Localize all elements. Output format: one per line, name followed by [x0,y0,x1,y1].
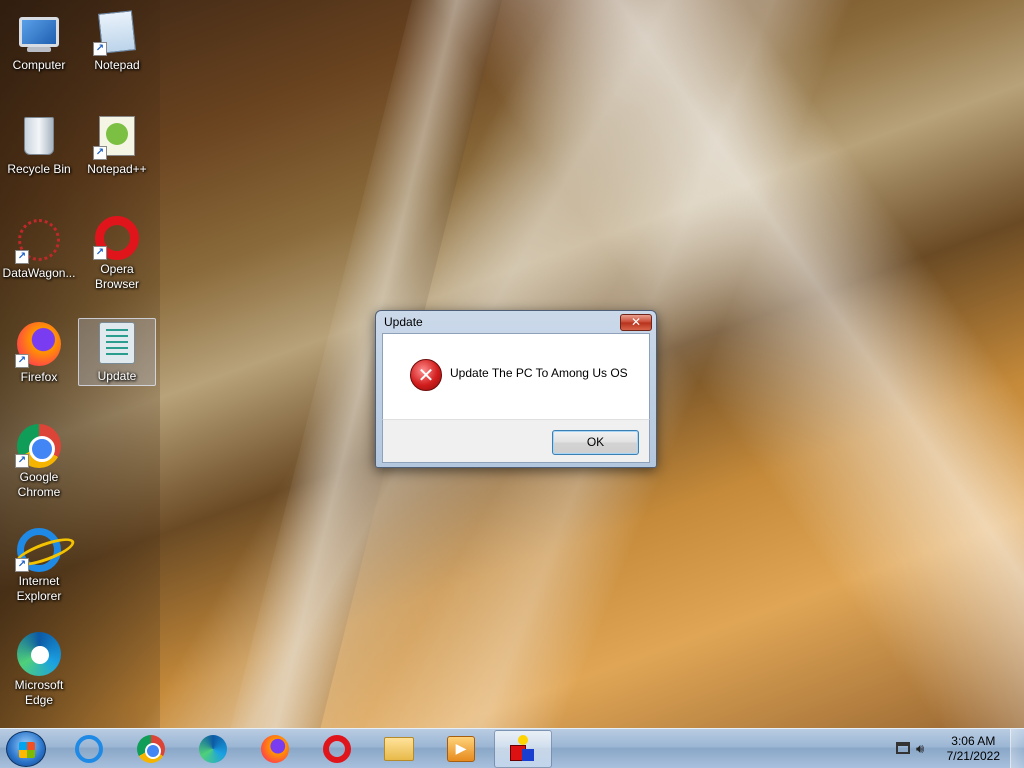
desktop-icon-label: Internet Explorer [16,574,62,603]
desktop-icon-label: DataWagon... [2,266,76,280]
internet-explorer-icon: ↗ [15,528,63,572]
close-button[interactable]: ✕ [620,314,652,331]
desktop-icon-label: Update [97,369,137,383]
desktop-icon-chrome[interactable]: ↗ Google Chrome [0,424,78,499]
desktop-icon-notepad-plus-plus[interactable]: ↗ Notepad++ [78,112,156,184]
desktop-icon-label: Google Chrome [17,470,61,499]
desktop-icon-label: Recycle Bin [7,162,71,176]
recycle-bin-icon [15,112,63,160]
taskbar-firefox[interactable] [246,730,304,768]
computer-icon [15,8,63,56]
desktop-icon-update[interactable]: Update [78,318,156,386]
desktop-icon-label: Opera Browser [94,262,139,291]
desktop-icon-edge[interactable]: Microsoft Edge [0,632,78,707]
start-button[interactable] [6,731,46,767]
show-desktop-button[interactable] [1010,729,1024,768]
taskbar-media-player[interactable]: ▶ [432,730,490,768]
dialog-title[interactable]: Update [382,311,650,333]
shortcut-arrow-icon: ↗ [15,250,29,264]
desktop-icon-label: Firefox [20,370,58,384]
desktop-icon-label: Computer [12,58,66,72]
desktop-icon-recycle-bin[interactable]: Recycle Bin [0,112,78,184]
taskbar-chrome[interactable] [122,730,180,768]
taskbar-edge[interactable] [184,730,242,768]
running-app-icon [508,735,538,763]
windows-logo-icon [19,742,35,758]
taskbar-internet-explorer[interactable] [60,730,118,768]
system-tray: 🔊︎ 3:06 AM 7/21/2022 [884,729,1024,768]
firefox-icon [261,735,289,763]
volume-icon[interactable]: 🔊︎ [916,742,924,757]
shortcut-arrow-icon: ↗ [15,558,29,572]
script-file-icon [93,319,141,367]
shortcut-arrow-icon: ↗ [15,354,29,368]
opera-icon [323,735,351,763]
taskbar-opera[interactable] [308,730,366,768]
clock-time: 3:06 AM [951,734,996,748]
dialog-footer: OK [382,419,650,463]
taskbar-running-app[interactable] [494,730,552,768]
desktop-icon-label: Notepad [94,58,140,72]
file-explorer-icon [384,737,414,761]
chrome-icon: ↗ [15,424,63,468]
edge-icon [15,632,63,676]
shortcut-arrow-icon: ↗ [93,146,107,160]
desktop-icon-firefox[interactable]: ↗ Firefox [0,320,78,392]
desktop-icon-notepad[interactable]: ↗ Notepad [78,8,156,80]
taskbar-file-explorer[interactable] [370,730,428,768]
shortcut-arrow-icon: ↗ [93,42,107,56]
clock[interactable]: 3:06 AM 7/21/2022 [947,734,1000,764]
dialog-body: ✕ Update The PC To Among Us OS [382,333,650,419]
notepad-plus-plus-icon: ↗ [93,112,141,160]
shortcut-arrow-icon: ↗ [15,454,29,468]
clock-date: 7/21/2022 [946,749,1000,763]
datawagon-icon: ↗ [15,216,63,264]
desktop-icon-label: Microsoft Edge [14,678,64,707]
desktop-icon-internet-explorer[interactable]: ↗ Internet Explorer [0,528,78,603]
error-icon: ✕ [410,359,442,391]
internet-explorer-icon [75,735,103,763]
chrome-icon [137,735,165,763]
ok-button[interactable]: OK [552,430,639,455]
taskbar: ▶ 🔊︎ 3:06 AM 7/21/2022 [0,728,1024,768]
opera-icon: ↗ [93,216,141,260]
desktop-icon-label: Notepad++ [87,162,147,176]
dialog-message: Update The PC To Among Us OS [450,366,628,380]
update-dialog: Update ✕ ✕ Update The PC To Among Us OS … [375,310,657,468]
desktop-icon-opera[interactable]: ↗ Opera Browser [78,216,156,291]
desktop-icon-computer[interactable]: Computer [0,8,78,80]
network-icon[interactable] [896,742,910,754]
shortcut-arrow-icon: ↗ [93,246,107,260]
notepad-icon: ↗ [93,8,141,56]
firefox-icon: ↗ [15,320,63,368]
desktop-icon-datawagon[interactable]: ↗ DataWagon... [0,216,78,288]
media-player-icon: ▶ [447,736,475,762]
edge-icon [199,735,227,763]
